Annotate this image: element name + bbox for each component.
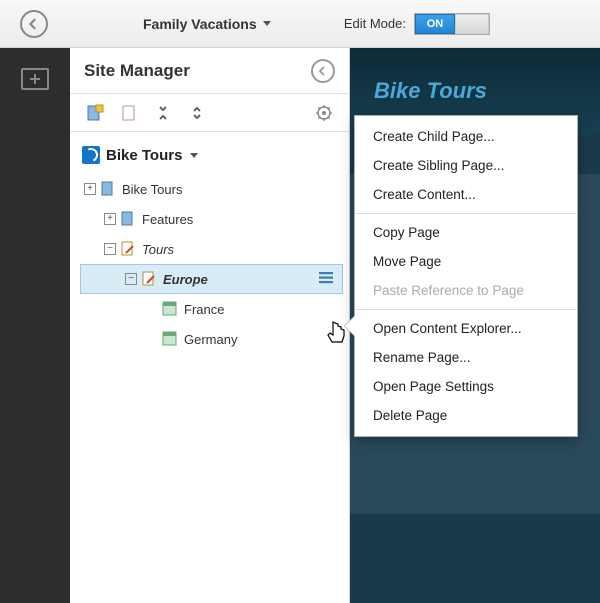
expander-icon[interactable]: + [104,213,116,225]
node-label: France [182,302,343,317]
arrow-left-icon [28,18,40,30]
menu-create-content[interactable]: Create Content... [355,180,577,209]
node-label: Germany [182,332,343,347]
panel-title: Site Manager [84,61,311,81]
hamburger-icon [318,271,334,285]
edit-mode-group: Edit Mode: ON [344,13,490,35]
menu-open-explorer[interactable]: Open Content Explorer... [355,314,577,343]
menu-separator [355,213,577,214]
node-label: Bike Tours [120,182,343,197]
expand-icon [155,105,171,121]
site-icon [82,146,100,164]
arrow-left-icon [318,66,328,76]
site-selector[interactable]: Family Vacations [143,16,271,32]
node-label: Europe [161,272,314,287]
toggle-off-handle [455,14,489,34]
page-template-icon [162,301,178,317]
site-selector-label: Family Vacations [143,16,257,32]
edit-mode-toggle[interactable]: ON [414,13,490,35]
panel-toolbar [70,94,349,132]
page-tree: + Bike Tours + Features − Tours − Europe [70,174,349,374]
page-icon [120,211,136,227]
top-header: Family Vacations Edit Mode: ON [0,0,600,48]
tree-node-france[interactable]: France [80,294,343,324]
menu-paste-reference: Paste Reference to Page [355,276,577,305]
menu-open-settings[interactable]: Open Page Settings [355,372,577,401]
page-icon [100,181,116,197]
page-icon [121,104,137,122]
node-label: Tours [140,242,343,257]
tree-node-tours[interactable]: − Tours [80,234,343,264]
site-title-dropdown[interactable]: Bike Tours [70,132,349,174]
menu-create-sibling[interactable]: Create Sibling Page... [355,151,577,180]
menu-rename-page[interactable]: Rename Page... [355,343,577,372]
expander-icon[interactable]: − [125,273,137,285]
menu-delete-page[interactable]: Delete Page [355,401,577,430]
site-manager-panel: Site Manager Bike Tours + B [70,48,350,603]
site-title-label: Bike Tours [106,147,182,164]
menu-separator [355,309,577,310]
row-menu-button[interactable] [318,271,336,287]
tree-node-features[interactable]: + Features [80,204,343,234]
page-template-icon [162,331,178,347]
expander-icon[interactable]: + [84,183,96,195]
back-button[interactable] [20,10,48,38]
plus-box-icon [28,72,42,86]
page-edit-icon [120,241,136,257]
menu-create-child[interactable]: Create Child Page... [355,122,577,151]
gear-icon [315,104,333,122]
page-edit-icon [141,271,157,287]
panel-back-button[interactable] [311,59,335,83]
new-page-button[interactable] [80,99,110,127]
copy-page-button[interactable] [114,99,144,127]
collapse-icon [189,105,205,121]
menu-copy-page[interactable]: Copy Page [355,218,577,247]
node-label: Features [140,212,343,227]
caret-down-icon [263,21,271,26]
expand-all-button[interactable] [148,99,178,127]
panel-header: Site Manager [70,48,349,94]
caret-down-icon [190,153,198,158]
preview-title: Bike Tours [374,78,487,104]
edit-mode-label: Edit Mode: [344,16,406,31]
menu-move-page[interactable]: Move Page [355,247,577,276]
tree-node-europe[interactable]: − Europe [80,264,343,294]
context-menu: Create Child Page... Create Sibling Page… [354,115,578,437]
new-page-icon [86,104,104,122]
tree-node-germany[interactable]: Germany [80,324,343,354]
expander-icon[interactable]: − [104,243,116,255]
left-rail [0,48,70,603]
collapse-all-button[interactable] [182,99,212,127]
tree-node-root[interactable]: + Bike Tours [80,174,343,204]
settings-button[interactable] [309,99,339,127]
toggle-on-label: ON [415,14,455,34]
add-panel-button[interactable] [21,68,49,90]
